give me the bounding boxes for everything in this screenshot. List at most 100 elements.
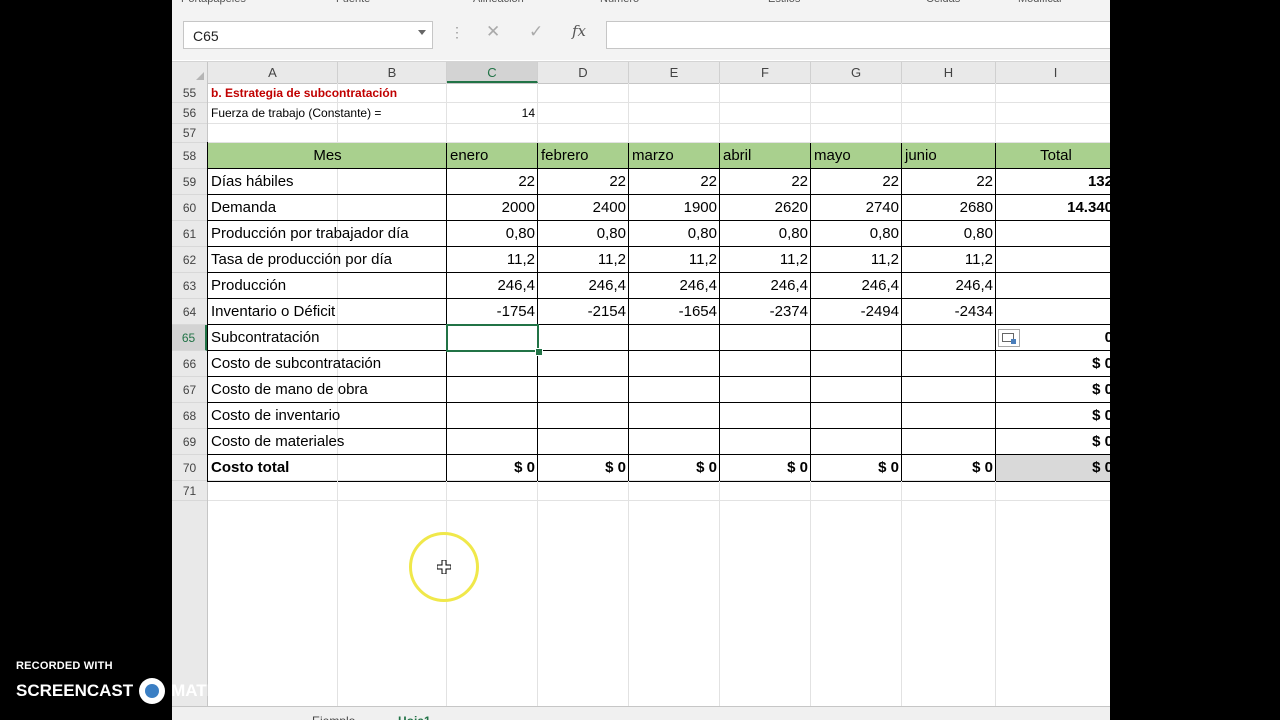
column-header-f[interactable]: F bbox=[720, 62, 811, 83]
row-header-68[interactable]: 68 bbox=[172, 403, 207, 429]
row-header-57[interactable]: 57 bbox=[172, 124, 207, 143]
value-cell: 2680 bbox=[959, 199, 993, 216]
value-cell: 1900 bbox=[683, 199, 717, 216]
table-border-h bbox=[208, 428, 1110, 429]
value-cell: 22 bbox=[609, 173, 626, 190]
column-header-i[interactable]: I bbox=[996, 62, 1110, 83]
value-cell bbox=[720, 377, 811, 403]
column-header-g[interactable]: G bbox=[811, 62, 902, 83]
value-cell bbox=[629, 325, 720, 351]
total-cell bbox=[996, 247, 1110, 273]
value-cell: 246,4 bbox=[861, 277, 899, 294]
sheet-tab[interactable]: Hoja1 bbox=[398, 707, 431, 720]
row-header-69[interactable]: 69 bbox=[172, 429, 207, 455]
cell-grid[interactable]: b. Estrategia de subcontratación Fuerza d… bbox=[207, 83, 1110, 720]
value-cell: $ 0 bbox=[972, 459, 993, 476]
cancel-icon[interactable]: ✕ bbox=[486, 22, 500, 42]
name-box-value: C65 bbox=[193, 28, 219, 44]
table-border-h bbox=[208, 324, 1110, 325]
row-header-63[interactable]: 63 bbox=[172, 273, 207, 299]
workforce-label: Fuerza de trabajo (Constante) = bbox=[211, 106, 382, 120]
header-month: abril bbox=[720, 143, 811, 169]
row-label: Subcontratación bbox=[211, 329, 320, 346]
watermark-brand-a: SCREENCAST bbox=[16, 681, 134, 700]
value-cell: 11,2 bbox=[964, 251, 993, 268]
value-cell bbox=[538, 325, 629, 351]
value-cell: 2400 bbox=[592, 199, 626, 216]
value-cell: 0,80 bbox=[596, 225, 626, 242]
column-header-a[interactable]: A bbox=[208, 62, 338, 83]
value-cell: 2000 bbox=[501, 199, 535, 216]
value-cell: 11,2 bbox=[779, 251, 808, 268]
value-cell bbox=[538, 377, 629, 403]
ribbon-group-label: Celdas bbox=[926, 0, 960, 5]
row-header-67[interactable]: 67 bbox=[172, 377, 207, 403]
column-header-h[interactable]: H bbox=[902, 62, 996, 83]
row-header-71[interactable]: 71 bbox=[172, 481, 207, 501]
ribbon-group-label: Estilos bbox=[768, 0, 800, 5]
select-all-button[interactable] bbox=[172, 62, 208, 83]
row-header-65[interactable]: 65 bbox=[172, 325, 207, 351]
name-box[interactable]: C65 bbox=[183, 21, 433, 49]
column-header-b[interactable]: B bbox=[338, 62, 447, 83]
value-cell: -2494 bbox=[860, 303, 899, 320]
value-cell: -1754 bbox=[496, 303, 535, 320]
total-cell bbox=[996, 299, 1110, 325]
row-header-66[interactable]: 66 bbox=[172, 351, 207, 377]
row-header-62[interactable]: 62 bbox=[172, 247, 207, 273]
row-header-59[interactable]: 59 bbox=[172, 169, 207, 195]
value-cell bbox=[447, 429, 538, 455]
watermark-line1: RECORDED WITH bbox=[16, 660, 113, 672]
excel-window: Portapapeles Fuente Alineación Número Estilo… bbox=[172, 0, 1110, 720]
value-cell: -2154 bbox=[587, 303, 626, 320]
value-cell bbox=[538, 429, 629, 455]
insert-function-icon[interactable]: fx bbox=[572, 22, 586, 40]
row-header-64[interactable]: 64 bbox=[172, 299, 207, 325]
header-month: marzo bbox=[629, 143, 720, 169]
enter-icon[interactable]: ✓ bbox=[529, 22, 543, 42]
watermark-brand-b: MATIC bbox=[171, 681, 224, 700]
value-cell bbox=[629, 377, 720, 403]
ribbon-group-label: Fuente bbox=[336, 0, 370, 5]
fill-handle[interactable] bbox=[535, 348, 543, 356]
table-border-h bbox=[208, 454, 1110, 455]
row-header-55[interactable]: 55 bbox=[172, 83, 207, 103]
value-cell: 0,80 bbox=[869, 225, 899, 242]
row-header-70[interactable]: 70 bbox=[172, 455, 207, 481]
chevron-down-icon[interactable] bbox=[418, 30, 426, 35]
total-cell: $ 0 bbox=[1092, 433, 1110, 450]
formula-input[interactable] bbox=[606, 21, 1110, 49]
value-cell: 0,80 bbox=[505, 225, 535, 242]
row-label: Demanda bbox=[211, 199, 277, 216]
sheet-tab[interactable]: Ejemplo bbox=[312, 707, 355, 720]
row-label: Costo total bbox=[211, 459, 290, 476]
value-cell bbox=[811, 351, 902, 377]
value-cell: 246,4 bbox=[679, 277, 717, 294]
column-header-c[interactable]: C bbox=[447, 62, 538, 83]
value-cell bbox=[902, 377, 996, 403]
row-header-58[interactable]: 58 bbox=[172, 143, 207, 169]
row-header-56[interactable]: 56 bbox=[172, 103, 207, 124]
header-month: mayo bbox=[811, 143, 902, 169]
total-cell: $ 0 bbox=[1092, 355, 1110, 372]
row-label: Producción por trabajador día bbox=[211, 225, 409, 242]
column-header-d[interactable]: D bbox=[538, 62, 629, 83]
value-cell: 2620 bbox=[774, 199, 808, 216]
section-title: b. Estrategia de subcontratación bbox=[211, 86, 398, 100]
table-border-h bbox=[208, 376, 1110, 377]
row-header-61[interactable]: 61 bbox=[172, 221, 207, 247]
value-cell: $ 0 bbox=[696, 459, 717, 476]
cell-cursor-icon bbox=[437, 560, 451, 574]
total-cell bbox=[996, 221, 1110, 247]
value-cell: 22 bbox=[518, 173, 535, 190]
column-header-e[interactable]: E bbox=[629, 62, 720, 83]
row-header-60[interactable]: 60 bbox=[172, 195, 207, 221]
total-cell bbox=[996, 273, 1110, 299]
row-label: Costo de subcontratación bbox=[211, 355, 382, 372]
header-mes: Mes bbox=[208, 143, 447, 169]
value-cell bbox=[811, 429, 902, 455]
quick-analysis-icon[interactable] bbox=[998, 329, 1020, 347]
selected-cell[interactable] bbox=[446, 324, 539, 352]
table-border-h bbox=[208, 168, 1110, 169]
value-cell bbox=[720, 325, 811, 351]
